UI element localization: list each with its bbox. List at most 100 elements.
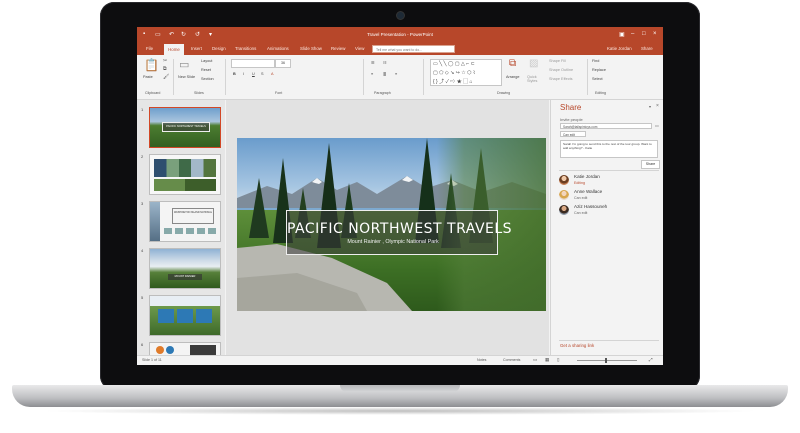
tab-slide-show[interactable]: Slide Show	[300, 46, 322, 51]
bold-button[interactable]: B	[233, 72, 236, 76]
group-slides: Slides	[194, 91, 204, 95]
pane-options-icon[interactable]: ▾	[649, 104, 651, 109]
address-book-icon[interactable]: ▭	[655, 123, 659, 128]
avatar	[559, 175, 569, 185]
align-center-icon[interactable]: ≣	[383, 72, 386, 77]
thumb-image	[164, 228, 216, 234]
align-right-icon[interactable]: ≡	[395, 72, 397, 76]
separator	[587, 59, 588, 95]
quick-styles-icon[interactable]: ▨	[529, 58, 538, 69]
close-icon[interactable]: ×	[653, 31, 657, 37]
minimize-icon[interactable]: –	[631, 31, 634, 37]
slide-subtitle[interactable]: Mount Rainier , Olympic National Park	[287, 239, 499, 245]
slide-1[interactable]: PACIFIC NORTHWEST TRAVELS Mount Rainier …	[237, 138, 546, 311]
permission-select[interactable]: Can edit	[560, 131, 586, 137]
ribbon-display-icon[interactable]: ▣	[619, 31, 625, 38]
thumbnail-slide-4[interactable]: MOUNT RAINIER	[149, 248, 221, 289]
strike-button[interactable]: S	[261, 72, 264, 76]
thumbnail-slide-3[interactable]: WASHINGTON ISLAND NATIONAL	[149, 201, 221, 242]
tell-me-input[interactable]: Tell me what you want to do...	[372, 45, 455, 53]
divider	[559, 340, 659, 341]
tab-transitions[interactable]: Transitions	[235, 46, 256, 51]
laptop-notch	[340, 385, 460, 392]
slide-title[interactable]: PACIFIC NORTHWEST TRAVELS	[287, 221, 512, 237]
copy-icon[interactable]: ⧉	[163, 66, 167, 72]
divider	[559, 170, 659, 171]
zoom-slider[interactable]	[577, 360, 637, 361]
thumbnail-slide-6[interactable]	[149, 342, 221, 356]
shape-effects-button[interactable]: Shape Effects	[549, 77, 573, 81]
font-name-input[interactable]	[231, 59, 275, 68]
laptop-shadow	[40, 407, 760, 415]
thumb-shape	[166, 346, 174, 354]
share-send-button[interactable]: Share	[641, 160, 660, 169]
thumb-number: 6	[141, 342, 144, 347]
invite-label: Invite people	[560, 117, 583, 122]
group-paragraph: Paragraph	[374, 91, 391, 95]
thumb-shape	[156, 346, 164, 354]
replace-button[interactable]: Replace	[592, 68, 606, 72]
quick-styles-button[interactable]: Quick Styles	[527, 75, 545, 83]
zoom-slider-thumb[interactable]	[605, 358, 607, 363]
paste-icon[interactable]: 📋	[144, 58, 159, 72]
share-top-button[interactable]: Share	[641, 46, 653, 51]
tab-file[interactable]: File	[146, 46, 153, 51]
thumbnail-slide-1[interactable]: PACIFIC NORTHWEST TRAVELS	[149, 107, 221, 148]
group-font: Font	[275, 91, 283, 95]
sorter-view-icon[interactable]: ▦	[545, 357, 549, 363]
person-row[interactable]: Aziz Hassouneh Can edit	[559, 204, 659, 218]
align-left-icon[interactable]: ≡	[371, 72, 373, 76]
message-input[interactable]: Sarah I'm going to send this to the rest…	[560, 140, 658, 158]
tab-home[interactable]: Home	[164, 44, 184, 55]
find-button[interactable]: Find	[592, 59, 599, 63]
fit-slide-icon[interactable]: ⤢	[649, 357, 653, 362]
layout-button[interactable]: Layout	[201, 59, 212, 63]
normal-view-icon[interactable]: ▭	[533, 357, 537, 363]
cut-icon[interactable]: ✂	[163, 58, 167, 64]
tab-review[interactable]: Review	[331, 46, 345, 51]
font-color-button[interactable]: A	[271, 72, 274, 76]
new-slide-icon[interactable]: ▭	[179, 58, 189, 71]
close-pane-icon[interactable]: ×	[656, 103, 659, 109]
ribbon: 📋 Paste ✂ ⧉ 🖌 Clipboard ▭ New Slide Layo…	[137, 55, 663, 100]
person-row[interactable]: Anne Wallace Can edit	[559, 189, 659, 203]
underline-button[interactable]: U	[252, 72, 255, 76]
new-slide-button[interactable]: New Slide	[178, 75, 198, 79]
tab-insert[interactable]: Insert	[191, 46, 202, 51]
reading-view-icon[interactable]: ▯	[557, 357, 559, 363]
font-size-input[interactable]: 36	[275, 59, 291, 68]
window-title: Travel Presentation - PowerPoint	[367, 32, 433, 37]
italic-button[interactable]: I	[243, 72, 244, 76]
get-sharing-link[interactable]: Get a sharing link	[560, 343, 594, 348]
thumb-box	[196, 309, 212, 323]
screen: ▪ ▭ ↶ ↻ ↺ ▾ Travel Presentation - PowerP…	[137, 27, 663, 365]
select-button[interactable]: Select	[592, 77, 603, 81]
shapes-gallery[interactable]: ▭ ╲ ╲ ◯ ▢ △ ⌐ ⊂ ▢ ⬠ ◇ ↘ ↪ ☆ ⬡ ⌇{ } ⤴ ✓ ⇨ …	[430, 59, 502, 86]
reset-button[interactable]: Reset	[201, 68, 211, 72]
format-painter-icon[interactable]: 🖌	[163, 74, 169, 80]
tab-design[interactable]: Design	[212, 46, 226, 51]
person-row[interactable]: Katie Jordan Editing	[559, 174, 659, 188]
thumb-image	[154, 179, 216, 191]
slide-title-box[interactable]: PACIFIC NORTHWEST TRAVELS Mount Rainier …	[286, 210, 512, 255]
share-pane-title: Share	[560, 103, 582, 112]
paste-button[interactable]: Paste	[143, 75, 153, 79]
thumbnail-slide-2[interactable]	[149, 154, 221, 195]
comments-button[interactable]: Comments	[503, 358, 520, 362]
thumb-number: 2	[141, 154, 144, 159]
notes-button[interactable]: Notes	[477, 358, 486, 362]
section-button[interactable]: Section	[201, 77, 214, 81]
person-status: Can edit	[574, 211, 588, 215]
user-name[interactable]: Katie Jordan	[607, 46, 632, 51]
tab-animations[interactable]: Animations	[267, 46, 289, 51]
numbering-icon[interactable]: ☷	[383, 60, 386, 65]
arrange-icon[interactable]: ⧉	[509, 58, 516, 69]
invite-input[interactable]: Sarah@tailspintoys.com	[560, 123, 652, 129]
shape-outline-button[interactable]: Shape Outline	[549, 68, 573, 72]
thumbnail-slide-5[interactable]	[149, 295, 221, 336]
tab-view[interactable]: View	[355, 46, 364, 51]
arrange-button[interactable]: Arrange	[506, 75, 520, 79]
shape-fill-button[interactable]: Shape Fill	[549, 59, 566, 63]
maximize-icon[interactable]: □	[642, 31, 646, 37]
bullets-icon[interactable]: ☰	[371, 60, 374, 65]
